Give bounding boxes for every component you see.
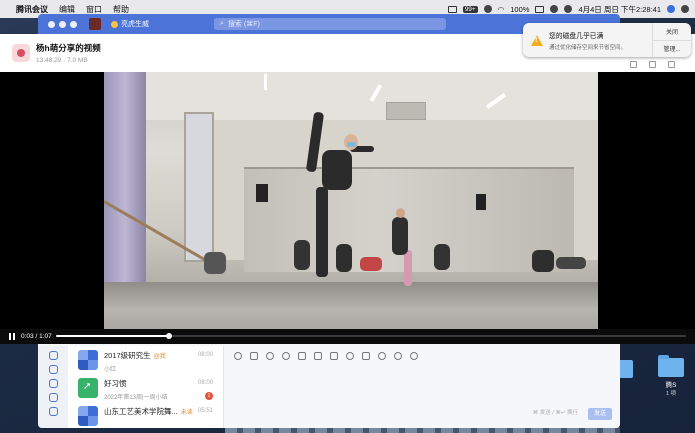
conversation-name: 2017级研究生 — [104, 351, 151, 360]
search-placeholder: 搜索 (⌘F) — [227, 21, 260, 28]
unread-badge: 1 — [205, 392, 213, 400]
folder-icon — [658, 355, 684, 377]
mention-icon[interactable] — [282, 352, 290, 360]
battery-percent: 100% — [510, 4, 530, 14]
lightning-icon[interactable] — [346, 352, 354, 360]
battery-icon[interactable] — [535, 5, 545, 13]
download-icon[interactable] — [649, 61, 656, 68]
folder-item-count: 1 项 — [665, 391, 677, 397]
group-avatar — [78, 350, 98, 370]
conversation-time: 08:00 — [197, 352, 213, 358]
like-icon[interactable] — [250, 352, 258, 360]
menu-edit[interactable]: 编辑 — [59, 4, 75, 15]
viewer-actions — [630, 61, 675, 68]
mail-icon[interactable] — [48, 365, 58, 374]
location-icon[interactable] — [394, 352, 402, 360]
desktop-folder[interactable]: 腾S 1 项 — [654, 355, 688, 397]
video-file-icon — [12, 44, 30, 62]
video-controls: 0:03 / 1:07 — [0, 329, 695, 344]
menu-clock[interactable]: 4月4日 周日 下午2:28:41 — [578, 4, 661, 15]
search-input[interactable]: ⌕ 搜索 (⌘F) — [214, 18, 446, 30]
edit-icon[interactable] — [330, 352, 338, 360]
search-icon[interactable] — [550, 5, 559, 13]
emoji-icon[interactable] — [234, 352, 242, 360]
minimize-window-button[interactable] — [59, 20, 66, 28]
menu-help[interactable]: 帮助 — [113, 4, 129, 15]
chat-sidebar — [38, 346, 68, 428]
status-emoji-icon — [111, 20, 118, 28]
disk-full-notification[interactable]: 您的磁盘几乎已满 通过优化储存空间来节省空间。 关闭 管理... — [523, 23, 691, 57]
image-icon[interactable] — [314, 352, 322, 360]
video-icon[interactable] — [362, 352, 370, 360]
menubar-status-area: 99+ ◠ 100% 4月4日 周日 下午2:28:41 — [447, 4, 689, 15]
progress-track[interactable] — [56, 333, 686, 339]
send-button[interactable]: 发送 — [588, 408, 612, 420]
compose-area[interactable]: ⌘ 发送 / ⌘↵ 换行 发送 — [224, 346, 620, 428]
wifi-icon[interactable]: ◠ — [498, 5, 505, 14]
app-avatar — [78, 378, 98, 398]
conversation-preview: 2022年第13周|一周小结 — [104, 395, 168, 401]
warning-icon — [531, 34, 543, 46]
window-controls — [48, 20, 77, 28]
notification-close-button[interactable]: 关闭 — [653, 23, 691, 41]
more-tools-icon[interactable] — [410, 352, 418, 360]
list-item[interactable]: 好习惯 2022年第13周|一周小结 08:00 1 — [68, 374, 223, 402]
pause-icon[interactable] — [9, 333, 15, 340]
group-avatar — [78, 406, 98, 426]
red-packet-icon[interactable] — [378, 352, 386, 360]
send-shortcut-hint: ⌘ 发送 / ⌘↵ 换行 — [532, 410, 578, 416]
more-icon[interactable] — [48, 407, 58, 416]
notification-title: 您的磁盘几乎已满 — [549, 32, 604, 40]
folder-name: 腾S — [665, 382, 677, 389]
screen-icon[interactable] — [447, 5, 457, 13]
video-frame[interactable] — [104, 72, 598, 329]
notification-manage-button[interactable]: 管理... — [653, 41, 691, 58]
zoom-window-button[interactable] — [70, 20, 77, 28]
progress-knob[interactable] — [166, 333, 173, 339]
conversation-time: 08:00 — [197, 380, 213, 386]
video-meta: 13:48:29 · 7.0 MB — [36, 57, 88, 64]
close-window-button[interactable] — [48, 20, 55, 28]
video-title: 杨h萌分享的视频 — [36, 43, 101, 53]
docs-icon[interactable] — [48, 379, 58, 388]
video-viewer-window: 杨h萌分享的视频 13:48:29 · 7.0 MB 0:03 / 1:07 — [0, 34, 695, 344]
user-status-text: 亮虎生威 — [121, 21, 149, 28]
compose-toolbar — [224, 346, 620, 366]
folder-icon[interactable] — [298, 352, 306, 360]
unread-tag: 未读 — [180, 410, 193, 416]
progress-fill — [56, 335, 170, 337]
siri-icon[interactable] — [667, 5, 675, 13]
conversation-preview: 小红 — [104, 367, 117, 373]
forward-icon[interactable] — [630, 61, 637, 68]
scissors-icon[interactable] — [266, 352, 274, 360]
notification-count-badge[interactable]: 99+ — [462, 5, 478, 13]
notification-body: 通过优化储存空间来节省空间。 — [549, 44, 627, 51]
more-icon[interactable] — [668, 61, 675, 68]
list-item[interactable]: 2017级研究生 @我 小红 08:00 — [68, 346, 223, 374]
control-center-icon[interactable] — [564, 5, 573, 13]
messages-icon[interactable] — [48, 351, 58, 360]
menu-app-name[interactable]: 腾讯会议 — [16, 4, 48, 15]
calendar-icon[interactable] — [48, 393, 58, 402]
user-avatar[interactable] — [89, 18, 101, 30]
conversation-name: 山东工艺美术学院舞... — [104, 407, 178, 416]
mention-tag: @我 — [153, 354, 166, 360]
conversation-list: 2017级研究生@我 小红 08:00 好习惯 2022年第13周|一周小结 0… — [68, 346, 224, 428]
list-item[interactable]: 山东工艺美术学院舞... 未读 05:51 — [68, 402, 223, 428]
conversation-time: 05:51 — [197, 408, 213, 414]
search-icon: ⌕ — [220, 20, 224, 27]
notification-center-icon[interactable] — [681, 5, 689, 13]
user-status[interactable]: 亮虎生威 — [111, 19, 149, 29]
bluetooth-icon[interactable] — [483, 5, 492, 13]
menu-window[interactable]: 窗口 — [86, 4, 102, 15]
playback-time: 0:03 / 1:07 — [21, 333, 52, 340]
